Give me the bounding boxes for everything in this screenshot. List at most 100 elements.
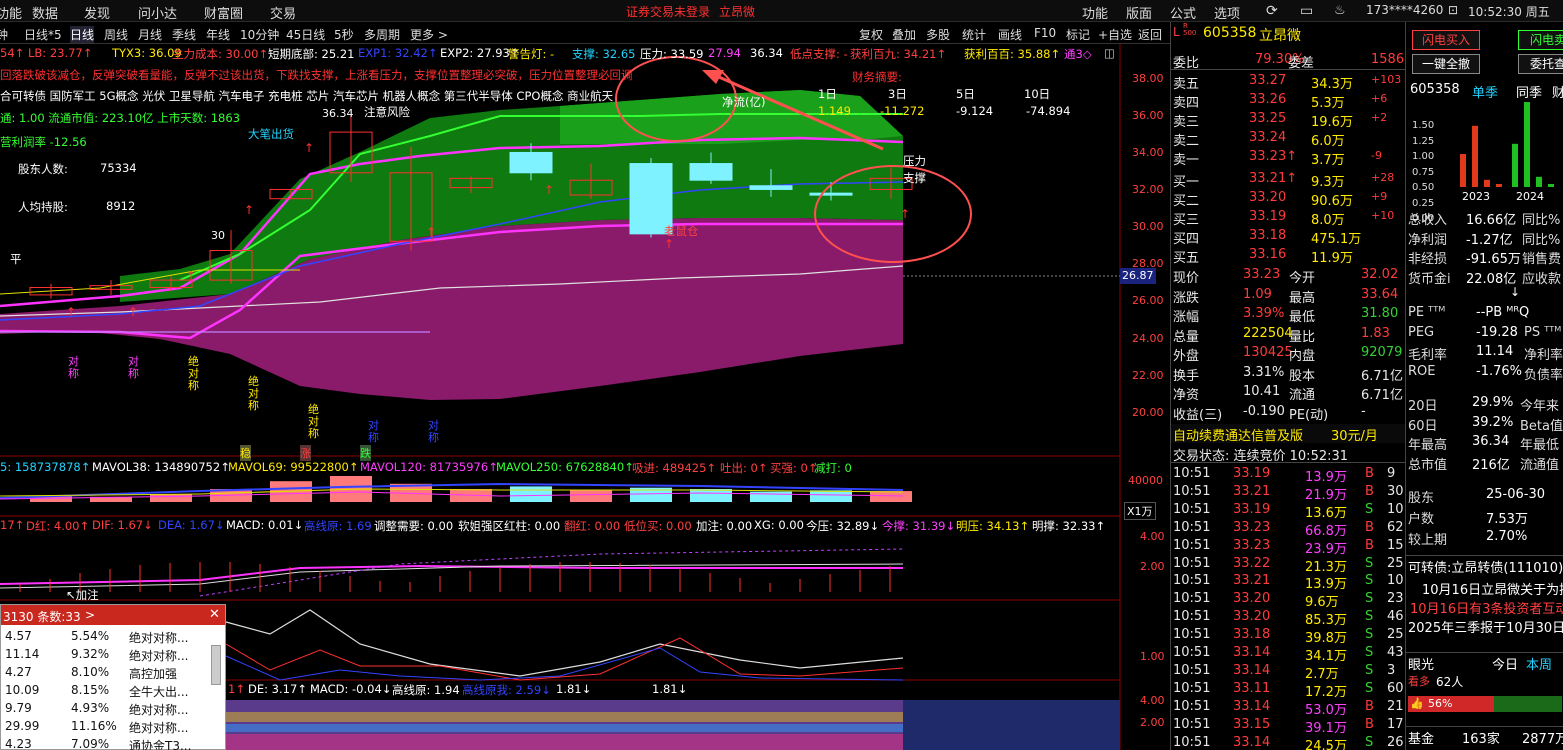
popup-row[interactable]: 29.99 11.16% 绝对对称... [1, 717, 225, 736]
period-45day[interactable]: 45日线 [286, 26, 325, 43]
sell-row[interactable]: 卖四 33.26 5.3万 +6 [1171, 91, 1406, 111]
tool-draw[interactable]: 画线 [998, 26, 1022, 43]
tab-single-quarter[interactable]: 单季 [1472, 82, 1498, 101]
period-quarter[interactable]: 季线 [172, 26, 196, 43]
tool-overlay[interactable]: 叠加 [892, 26, 916, 43]
sell-row[interactable]: 卖一 33.23↑ 3.7万 -9 [1171, 148, 1406, 168]
tab-today[interactable]: 今日 [1492, 654, 1518, 673]
buy-row[interactable]: 买二 33.20 90.6万 +9 [1171, 189, 1406, 209]
news-item[interactable]: 10月16日立昂微关于为控 [1406, 578, 1563, 598]
menu-item-options[interactable]: 选项 [1214, 3, 1240, 22]
bell-icon[interactable]: ♨ [1334, 3, 1346, 18]
cancel-all-button[interactable]: 一键全撤 [1412, 54, 1480, 74]
period-day-x5[interactable]: 日线*5 [24, 26, 62, 43]
period-week[interactable]: 周线 [104, 26, 128, 43]
popup-header[interactable]: 3130 条数:33 > ✕ [1, 605, 225, 625]
vol-unit[interactable]: X1万 [1124, 502, 1156, 520]
up-arrow-icon: ↑ [186, 269, 196, 283]
tool-add-watchlist[interactable]: +自选 [1098, 26, 1132, 43]
tick-side: S [1365, 627, 1374, 643]
profit-bar [1548, 184, 1554, 187]
macd-macd: MACD: 0.01↓ [226, 518, 304, 532]
popup-row[interactable]: 4.57 5.54% 绝对对称... [1, 627, 225, 646]
tool-stats[interactable]: 统计 [962, 26, 986, 43]
stat-label: 最低 [1289, 310, 1316, 325]
news-item[interactable]: 2025年三季报于10月30日 [1406, 616, 1563, 636]
close-icon[interactable]: ✕ [209, 607, 220, 622]
popup-row[interactable]: 4.27 8.10% 高控加强 [1, 663, 225, 682]
concept-tags: 合可转债 国防军工 5G概念 光伏 卫星导航 汽车电子 充电桩 芯片 汽车芯片 … [0, 89, 614, 103]
settings-icon[interactable]: ◫ [1104, 46, 1115, 60]
lock-icon[interactable]: ⊡ [1448, 3, 1458, 17]
tool-mark[interactable]: 标记 [1066, 26, 1090, 43]
popup-row[interactable]: 4.23 7.09% 通协金T3... [1, 735, 225, 750]
stock-name: 立昂微 [1259, 28, 1301, 44]
menu-item-trade[interactable]: 交易 [270, 3, 296, 22]
bull-row: 看多 62人 [1406, 672, 1563, 691]
chat-icon[interactable]: ▭ [1300, 3, 1313, 19]
flow-col-1d: 1日 [818, 87, 837, 101]
popup-row[interactable]: 9.79 4.93% 绝对对称... [1, 699, 225, 718]
y-tick: 30.00 [1132, 220, 1164, 233]
macd-dash [199, 548, 904, 597]
period-day[interactable]: 日线 [70, 26, 95, 43]
popup-row[interactable]: 10.09 8.15% 全牛大出... [1, 681, 225, 700]
popup-cell-change: 11.16% [71, 719, 117, 733]
menu-item-function[interactable]: 功能 [0, 3, 22, 22]
bond-row[interactable]: 可转债:立昂转债(111010) [1406, 555, 1563, 576]
menu-item-wealth[interactable]: 财富圈 [204, 3, 243, 22]
tool-f10[interactable]: F10 [1034, 26, 1056, 40]
period-minute[interactable]: 钟 [0, 26, 8, 43]
trade-status-link[interactable]: 证券交易未登录 [626, 3, 710, 20]
tool-back[interactable]: 返回 [1138, 26, 1162, 43]
menu-item-formula[interactable]: 公式 [1170, 3, 1196, 22]
entrust-query-button[interactable]: 委托查 [1518, 54, 1563, 74]
period-month[interactable]: 月线 [138, 26, 162, 43]
news-item[interactable]: 10月16日有3条投资者互动 [1406, 597, 1563, 617]
sell-row[interactable]: 卖五 33.27 34.3万 +103 [1171, 72, 1406, 92]
buy-row[interactable]: 买五 33.16 11.9万 [1171, 246, 1406, 266]
expand-arrow-icon[interactable]: ↓ [1510, 285, 1520, 299]
order-volume: 90.6万 [1311, 194, 1353, 209]
period-multi[interactable]: 多周期 [364, 26, 400, 43]
period-5sec[interactable]: 5秒 [334, 26, 354, 43]
sell-row[interactable]: 卖三 33.25 19.6万 +2 [1171, 110, 1406, 130]
stock-name-link[interactable]: 立昂微 [719, 3, 755, 20]
bottom-value: 1↑ [228, 682, 245, 696]
tab-this-week[interactable]: 本周 [1526, 654, 1552, 673]
scan-result-popup[interactable]: 3130 条数:33 > ✕ 4.57 5.54% 绝对对称... 11.14 9.32… [0, 604, 226, 750]
tool-multi-stock[interactable]: 多股 [926, 26, 950, 43]
per-capita-label: 人均持股: [18, 200, 68, 214]
menu-item-discover[interactable]: 发现 [84, 3, 110, 22]
menu-item-function-right[interactable]: 功能 [1082, 3, 1108, 22]
refresh-icon[interactable]: ⟳ [1266, 3, 1278, 19]
flash-sell-button[interactable]: 闪电卖 [1518, 30, 1563, 50]
tick-side: S [1365, 573, 1374, 589]
buy-row[interactable]: 买三 33.19 8.0万 +10 [1171, 208, 1406, 228]
profit-bar [1484, 179, 1490, 187]
popup-row[interactable]: 11.14 9.32% 绝对对称... [1, 645, 225, 664]
menu-item-layout[interactable]: 版面 [1126, 3, 1152, 22]
order-price: 33.27 [1249, 73, 1287, 88]
user-account[interactable]: 173****4260 [1366, 3, 1443, 17]
flash-buy-button[interactable]: 闪电买入 [1412, 30, 1480, 50]
perf-label: 20日 [1408, 399, 1438, 414]
period-more[interactable]: 更多 > [410, 26, 448, 43]
period-10min[interactable]: 10分钟 [240, 26, 279, 43]
tab-same-quarter[interactable]: 同季 [1516, 82, 1542, 101]
profit-bar [1472, 125, 1478, 187]
popup-cell-change: 9.32% [71, 647, 110, 661]
popup-scrollbar[interactable] [211, 645, 221, 685]
tick-side: B [1365, 698, 1374, 714]
tab-finance[interactable]: 财 [1552, 82, 1563, 101]
buy-row[interactable]: 买一 33.21↑ 9.3万 +28 [1171, 170, 1406, 190]
menu-item-data[interactable]: 数据 [32, 3, 58, 22]
promo-row[interactable]: 自动续费通达信普及版 30元/月 [1171, 424, 1406, 444]
popup-next-icon[interactable]: > [85, 608, 95, 622]
finance-summary-label[interactable]: 财务摘要: [852, 69, 902, 85]
buy-row[interactable]: 买四 33.18 475.1万 [1171, 227, 1406, 247]
tool-adjust[interactable]: 复权 [859, 26, 883, 43]
period-year[interactable]: 年线 [206, 26, 230, 43]
menu-item-wenxiaoda[interactable]: 问小达 [138, 3, 177, 22]
sell-row[interactable]: 卖二 33.24 6.0万 [1171, 129, 1406, 149]
